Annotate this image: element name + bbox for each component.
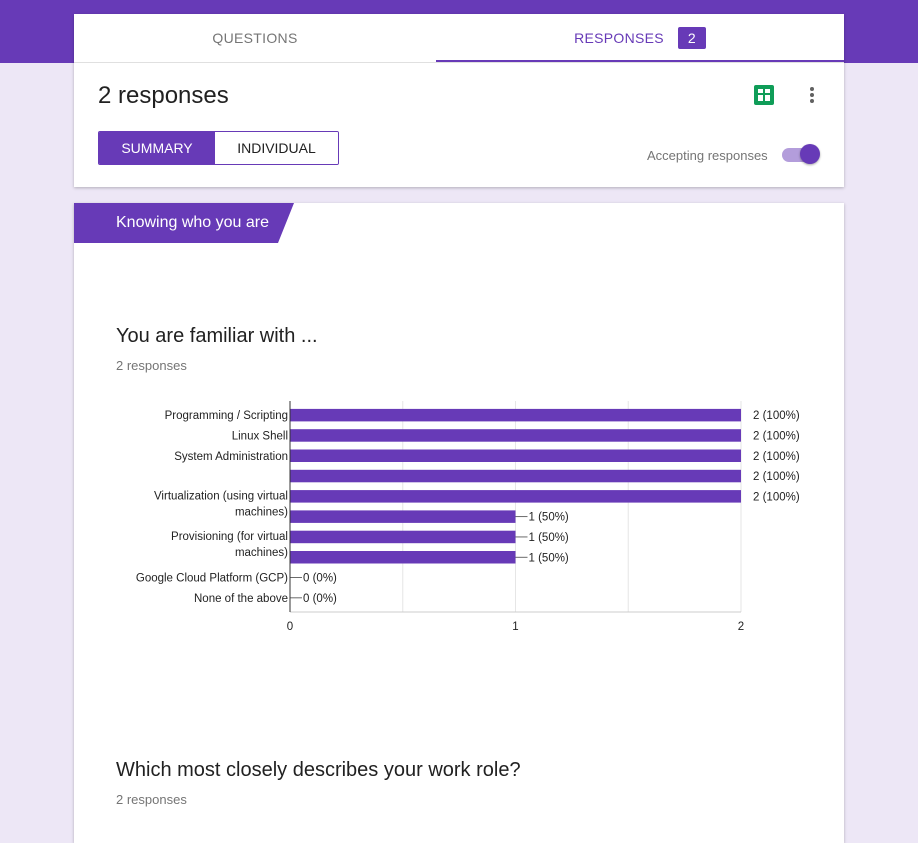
x-tick-label: 1 bbox=[512, 621, 518, 633]
category-label: Virtualization (using virtual bbox=[154, 490, 288, 502]
section-title: Knowing who you are bbox=[116, 214, 269, 231]
individual-button[interactable]: INDIVIDUAL bbox=[215, 132, 338, 164]
data-label: 0 (0%) bbox=[303, 573, 337, 585]
responses-header-card: QUESTIONS RESPONSES 2 2 responses SUMMARY… bbox=[74, 14, 844, 187]
x-tick-label: 2 bbox=[738, 621, 744, 633]
section-card: Knowing who you are You are familiar wit… bbox=[74, 203, 844, 843]
category-label: Google Cloud Platform (GCP) bbox=[136, 573, 288, 585]
accepting-responses-label: Accepting responses bbox=[647, 148, 768, 163]
more-vert-icon[interactable] bbox=[802, 84, 822, 106]
section-header-tab: Knowing who you are bbox=[74, 203, 294, 243]
data-label: 2 (100%) bbox=[753, 430, 800, 442]
chart-bar bbox=[290, 510, 516, 523]
tab-bar: QUESTIONS RESPONSES 2 bbox=[74, 14, 844, 63]
data-label: 2 (100%) bbox=[753, 410, 800, 422]
chart-bar bbox=[290, 469, 741, 483]
data-label: 2 (100%) bbox=[753, 451, 800, 463]
x-tick-label: 0 bbox=[287, 621, 293, 633]
summary-button[interactable]: SUMMARY bbox=[99, 132, 215, 164]
responses-bar-chart: 2 (100%) Programming / Scripting 2 (100%) L… bbox=[136, 401, 800, 633]
category-label: Programming / Scripting bbox=[165, 410, 288, 422]
toggle-thumb bbox=[800, 144, 820, 164]
question-response-count: 2 responses bbox=[116, 792, 187, 807]
responses-count-badge: 2 bbox=[677, 27, 706, 50]
accepting-responses-toggle[interactable] bbox=[782, 144, 822, 166]
tab-questions-label: QUESTIONS bbox=[212, 30, 298, 46]
question-title: You are familiar with ... bbox=[116, 325, 318, 347]
category-label: System Administration bbox=[174, 451, 288, 463]
view-toggle: SUMMARY INDIVIDUAL bbox=[98, 131, 339, 165]
category-label: Linux Shell bbox=[232, 430, 288, 442]
responses-title: 2 responses bbox=[98, 82, 229, 109]
chart-bar bbox=[290, 551, 516, 564]
data-label: 1 (50%) bbox=[529, 512, 569, 524]
category-label: Provisioning (for virtual bbox=[171, 531, 288, 543]
data-label: 1 (50%) bbox=[529, 532, 569, 544]
data-label: 1 (50%) bbox=[529, 552, 569, 564]
chart-bar bbox=[290, 408, 741, 422]
chart-bar bbox=[290, 490, 741, 503]
question-response-count: 2 responses bbox=[116, 358, 187, 373]
sheets-icon[interactable] bbox=[754, 85, 774, 105]
category-label: None of the above bbox=[194, 593, 288, 605]
chart-bar bbox=[290, 429, 741, 442]
tab-responses-label: RESPONSES bbox=[574, 30, 664, 46]
data-label: 2 (100%) bbox=[753, 491, 800, 503]
tab-responses[interactable]: RESPONSES 2 bbox=[436, 14, 844, 62]
category-label: machines) bbox=[235, 506, 288, 518]
chart-bar bbox=[290, 530, 516, 544]
category-label: machines) bbox=[235, 547, 288, 559]
data-label: 2 (100%) bbox=[753, 471, 800, 483]
tab-questions[interactable]: QUESTIONS bbox=[74, 14, 436, 62]
chart-bar bbox=[290, 449, 741, 462]
data-label: 0 (0%) bbox=[303, 593, 337, 605]
question-title: Which most closely describes your work r… bbox=[116, 759, 521, 781]
